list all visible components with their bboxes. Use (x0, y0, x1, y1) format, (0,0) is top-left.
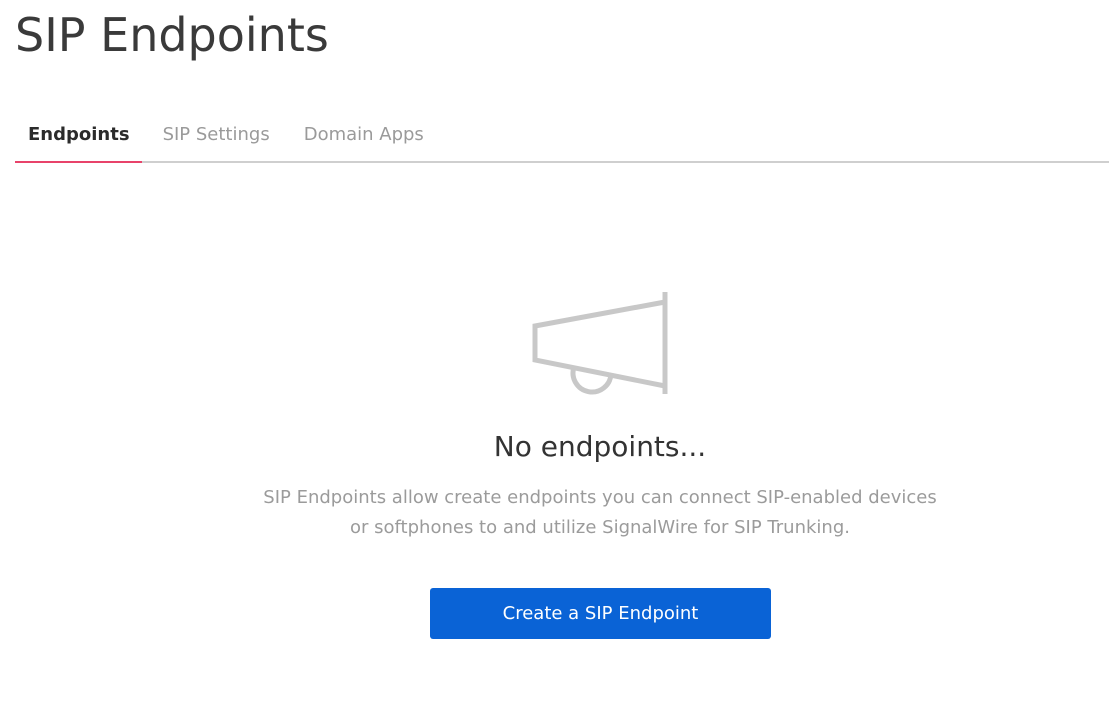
empty-state-description: SIP Endpoints allow create endpoints you… (200, 483, 1000, 543)
tab-bar: Endpoints SIP Settings Domain Apps (15, 108, 1109, 163)
empty-state-description-line-1: SIP Endpoints allow create endpoints you… (263, 487, 937, 508)
tab-sip-settings[interactable]: SIP Settings (150, 108, 283, 163)
megaphone-icon (532, 292, 668, 395)
create-sip-endpoint-button[interactable]: Create a SIP Endpoint (430, 588, 771, 639)
empty-state-description-line-2: or softphones to and utilize SignalWire … (350, 517, 850, 538)
empty-state-title: No endpoints... (493, 430, 707, 463)
page-title: SIP Endpoints (15, 8, 329, 62)
tab-domain-apps[interactable]: Domain Apps (291, 108, 437, 163)
sip-endpoints-page: SIP Endpoints Endpoints SIP Settings Dom… (0, 0, 1109, 711)
tab-endpoints[interactable]: Endpoints (15, 108, 142, 163)
